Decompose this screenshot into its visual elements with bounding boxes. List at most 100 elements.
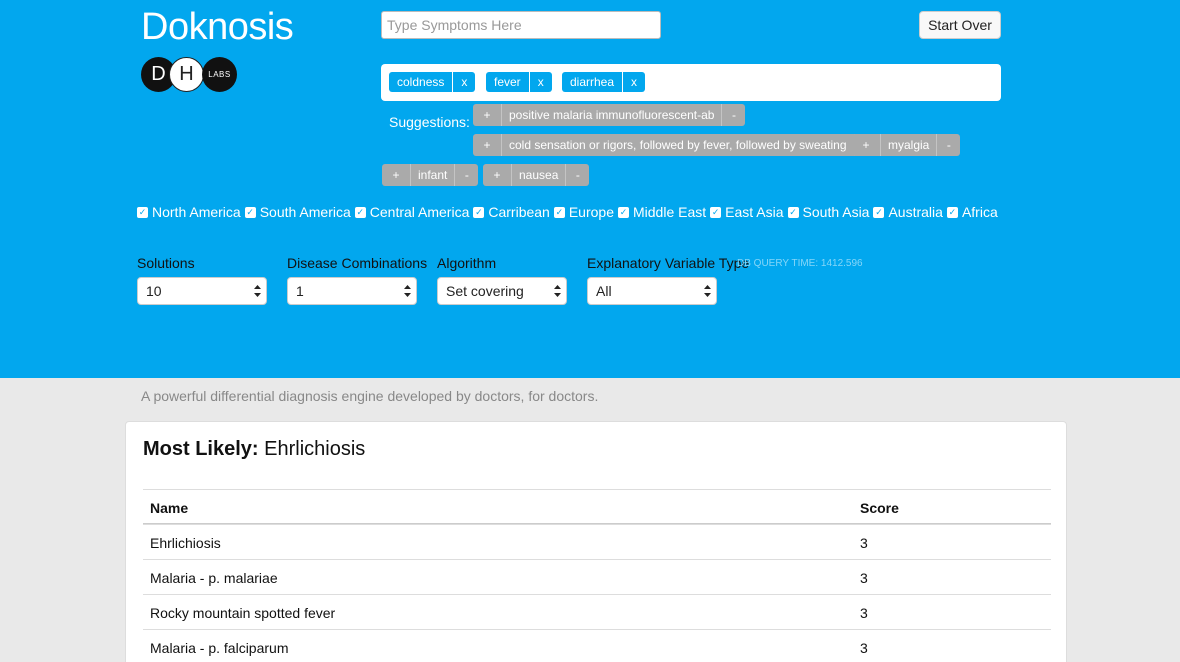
select-arrows-icon bbox=[554, 285, 561, 297]
region-label: South Asia bbox=[802, 204, 870, 220]
region-east-asia[interactable]: ✓ East Asia bbox=[710, 204, 784, 220]
results-table: Name Score Ehrlichiosis 3 Malaria - p. m… bbox=[143, 489, 1051, 662]
suggestion-item: + positive malaria immunofluorescent-ab … bbox=[473, 104, 746, 126]
region-australia[interactable]: ✓ Australia bbox=[873, 204, 943, 220]
region-middle-east[interactable]: ✓ Middle East bbox=[618, 204, 706, 220]
suggestion-item: + nausea - bbox=[483, 164, 590, 186]
disease-name: Malaria - p. malariae bbox=[150, 570, 278, 586]
most-likely-disease: Ehrlichiosis bbox=[264, 438, 366, 460]
symptom-search-input[interactable] bbox=[381, 11, 661, 39]
disease-score: 3 bbox=[860, 605, 868, 621]
suggestion-label: cold sensation or rigors, followed by fe… bbox=[501, 134, 855, 156]
checkbox-checked-icon[interactable]: ✓ bbox=[244, 206, 256, 218]
region-north-america[interactable]: ✓ North America bbox=[137, 204, 241, 220]
suggestion-label: infant bbox=[410, 164, 456, 186]
logo-h: H bbox=[169, 57, 204, 92]
checkbox-checked-icon[interactable]: ✓ bbox=[787, 206, 799, 218]
symptom-tag-label: diarrhea bbox=[562, 72, 623, 92]
remove-symptom-button[interactable]: x bbox=[622, 72, 646, 92]
variable-type-label: Explanatory Variable Type bbox=[587, 255, 750, 271]
checkbox-checked-icon[interactable]: ✓ bbox=[354, 206, 366, 218]
region-central-america[interactable]: ✓ Central America bbox=[354, 204, 470, 220]
algorithm-value: Set covering bbox=[446, 283, 524, 299]
selected-symptoms: coldness x fever x diarrhea x bbox=[381, 64, 1001, 101]
variable-type-value: All bbox=[596, 283, 612, 299]
algorithm-select[interactable]: Set covering bbox=[437, 277, 567, 305]
region-label: Australia bbox=[888, 204, 943, 220]
symptom-tag-label: coldness bbox=[389, 72, 453, 92]
add-suggestion-button[interactable]: + bbox=[473, 104, 501, 126]
checkbox-checked-icon[interactable]: ✓ bbox=[618, 206, 629, 218]
region-label: East Asia bbox=[725, 204, 784, 220]
logo-labs: LABS bbox=[202, 57, 237, 92]
suggestion-label: nausea bbox=[511, 164, 567, 186]
dh-labs-logo[interactable]: D H LABS bbox=[141, 57, 241, 93]
table-row[interactable]: Malaria - p. falciparum 3 bbox=[143, 629, 1051, 662]
disease-name: Malaria - p. falciparum bbox=[150, 640, 289, 656]
most-likely-prefix: Most Likely: bbox=[143, 438, 259, 460]
suggestion-item: + myalgia - bbox=[852, 134, 961, 156]
region-label: Central America bbox=[369, 204, 470, 220]
disease-combinations-select[interactable]: 1 bbox=[287, 277, 417, 305]
region-label: Europe bbox=[568, 204, 614, 220]
suggestion-label: myalgia bbox=[880, 134, 938, 156]
suggestion-label: positive malaria immunofluorescent-ab bbox=[501, 104, 723, 126]
disease-combinations-value: 1 bbox=[296, 283, 304, 299]
table-row[interactable]: Ehrlichiosis 3 bbox=[143, 524, 1051, 559]
add-suggestion-button[interactable]: + bbox=[473, 134, 501, 156]
disease-score: 3 bbox=[860, 535, 868, 551]
region-south-asia[interactable]: ✓ South Asia bbox=[787, 204, 870, 220]
add-suggestion-button[interactable]: + bbox=[382, 164, 410, 186]
region-africa[interactable]: ✓ Africa bbox=[946, 204, 998, 220]
db-query-time: DB QUERY TIME: 1412.596 bbox=[737, 258, 863, 269]
suggestions-label: Suggestions: bbox=[389, 114, 470, 130]
add-suggestion-button[interactable]: + bbox=[483, 164, 511, 186]
dismiss-suggestion-button[interactable]: - bbox=[455, 164, 479, 186]
checkbox-checked-icon[interactable]: ✓ bbox=[710, 206, 722, 218]
region-label: South America bbox=[259, 204, 351, 220]
table-row[interactable]: Rocky mountain spotted fever 3 bbox=[143, 594, 1051, 629]
checkbox-checked-icon[interactable]: ✓ bbox=[553, 206, 565, 218]
region-south-america[interactable]: ✓ South America bbox=[244, 204, 351, 220]
app-title[interactable]: Doknosis bbox=[141, 6, 294, 49]
select-arrows-icon bbox=[404, 285, 411, 297]
disease-score: 3 bbox=[860, 570, 868, 586]
checkbox-checked-icon[interactable]: ✓ bbox=[473, 206, 485, 218]
disease-combinations-label: Disease Combinations bbox=[287, 255, 428, 271]
region-europe[interactable]: ✓ Europe bbox=[553, 204, 614, 220]
region-filters: ✓ North America ✓ South America ✓ Central A… bbox=[137, 204, 1002, 220]
checkbox-checked-icon[interactable]: ✓ bbox=[873, 206, 885, 218]
column-header-score[interactable]: Score bbox=[860, 500, 899, 516]
region-label: Carribean bbox=[488, 204, 550, 220]
tagline: A powerful differential diagnosis engine… bbox=[141, 388, 599, 404]
symptom-tag: fever x bbox=[486, 72, 552, 92]
results-card: Most Likely: Ehrlichiosis Name Score Ehr… bbox=[125, 421, 1067, 662]
dismiss-suggestion-button[interactable]: - bbox=[937, 134, 961, 156]
symptom-tag-label: fever bbox=[486, 72, 529, 92]
suggestion-item: + infant - bbox=[382, 164, 479, 186]
column-header-name[interactable]: Name bbox=[150, 500, 188, 516]
variable-type-select[interactable]: All bbox=[587, 277, 717, 305]
add-suggestion-button[interactable]: + bbox=[852, 134, 880, 156]
disease-score: 3 bbox=[860, 640, 868, 656]
dismiss-suggestion-button[interactable]: - bbox=[566, 164, 590, 186]
remove-symptom-button[interactable]: x bbox=[528, 72, 552, 92]
solutions-value: 10 bbox=[146, 283, 162, 299]
table-header-row: Name Score bbox=[143, 489, 1051, 524]
symptom-tag: diarrhea x bbox=[562, 72, 646, 92]
symptom-tag: coldness x bbox=[389, 72, 476, 92]
disease-name: Rocky mountain spotted fever bbox=[150, 605, 336, 621]
remove-symptom-button[interactable]: x bbox=[452, 72, 476, 92]
checkbox-checked-icon[interactable]: ✓ bbox=[137, 206, 148, 218]
table-row[interactable]: Malaria - p. malariae 3 bbox=[143, 559, 1051, 594]
most-likely-heading: Most Likely: Ehrlichiosis bbox=[143, 438, 365, 461]
region-label: Middle East bbox=[633, 204, 707, 220]
start-over-button[interactable]: Start Over bbox=[919, 11, 1001, 39]
checkbox-checked-icon[interactable]: ✓ bbox=[946, 206, 958, 218]
region-carribean[interactable]: ✓ Carribean bbox=[473, 204, 550, 220]
select-arrows-icon bbox=[704, 285, 711, 297]
solutions-select[interactable]: 10 bbox=[137, 277, 267, 305]
disease-name: Ehrlichiosis bbox=[150, 535, 221, 551]
suggestion-item: + cold sensation or rigors, followed by … bbox=[473, 134, 878, 156]
dismiss-suggestion-button[interactable]: - bbox=[722, 104, 746, 126]
